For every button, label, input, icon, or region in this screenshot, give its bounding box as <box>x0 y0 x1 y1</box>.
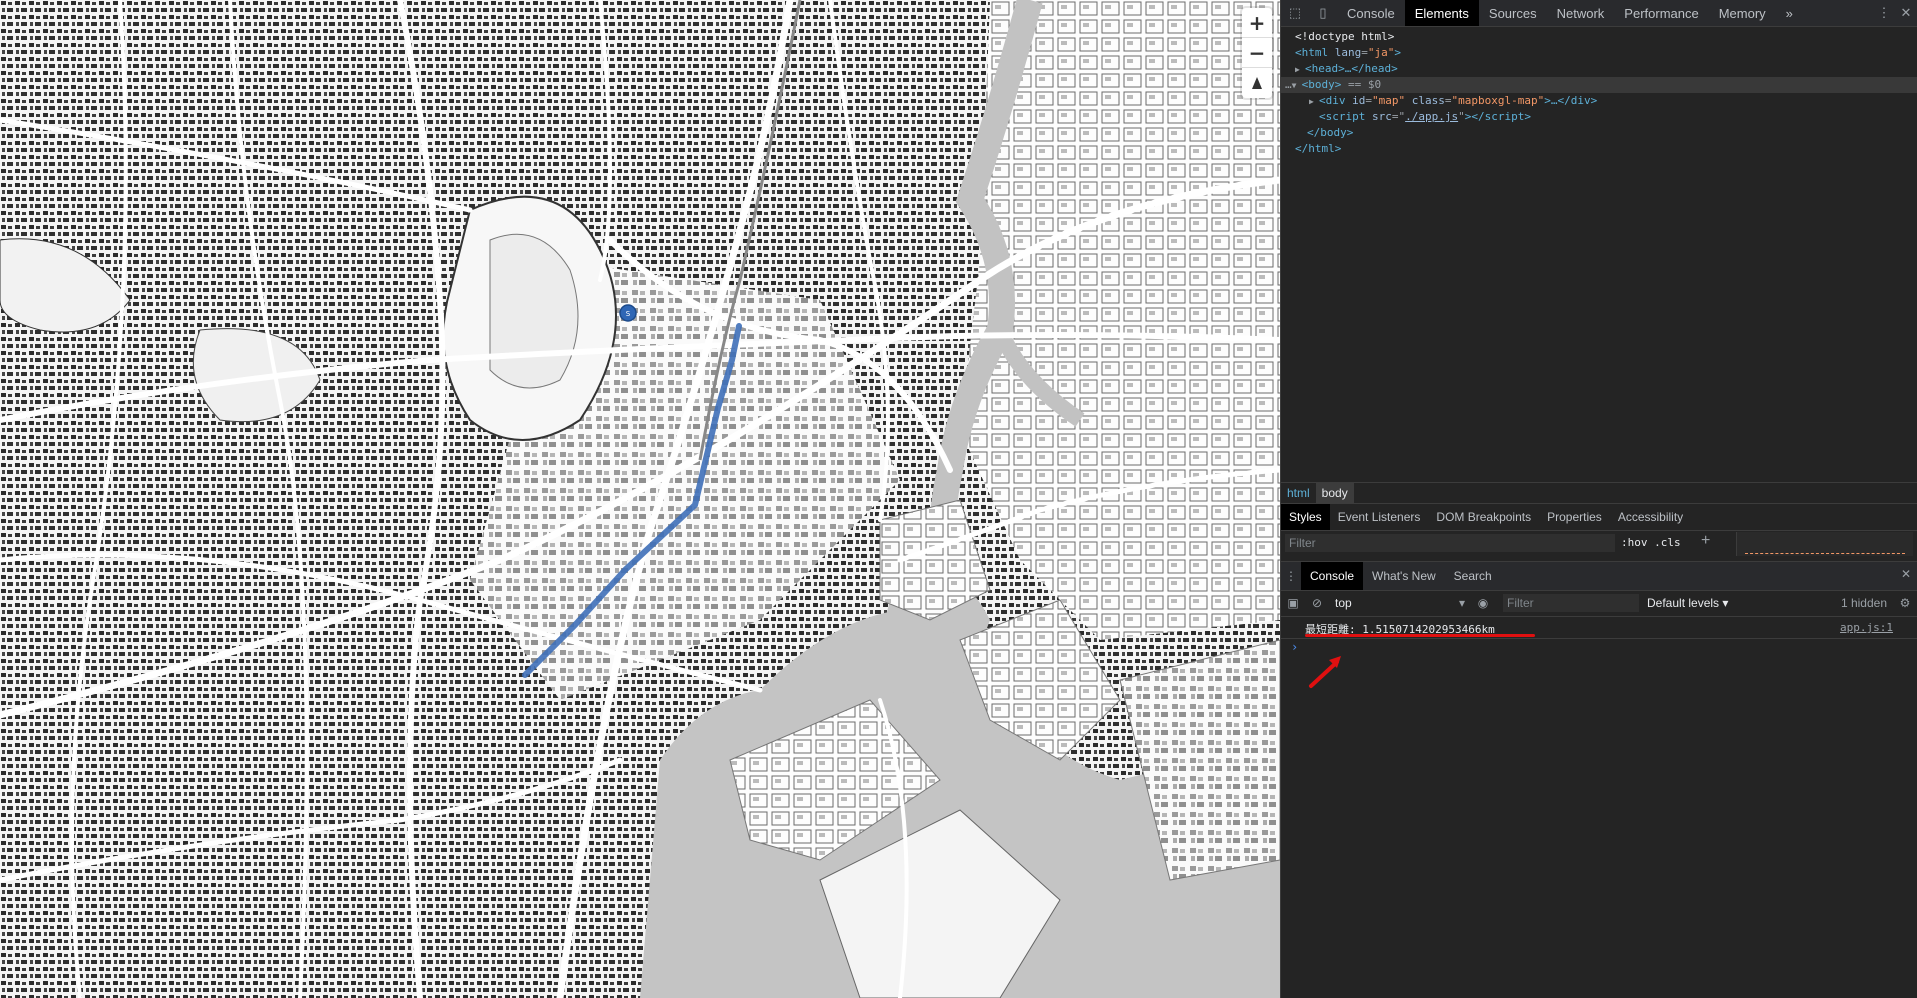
tab-network[interactable]: Network <box>1547 0 1615 26</box>
red-arrow-annotation <box>1309 656 1341 688</box>
drawer-tab-whats-new[interactable]: What's New <box>1363 562 1445 590</box>
tab-styles[interactable]: Styles <box>1281 504 1330 530</box>
map-navigation-control: + − <box>1242 8 1272 98</box>
close-drawer-icon[interactable]: ✕ <box>1901 567 1911 581</box>
tab-elements[interactable]: Elements <box>1404 0 1479 26</box>
new-style-rule-icon[interactable]: + <box>1701 532 1710 550</box>
hidden-messages-count: 1 hidden <box>1840 596 1887 610</box>
map-tiles[interactable]: S <box>0 0 1280 998</box>
map-div-node[interactable]: ▶ <div id="map" class="mapboxgl-map">…</d… <box>1281 93 1917 109</box>
breadcrumb: html body <box>1281 482 1917 503</box>
tab-accessibility[interactable]: Accessibility <box>1610 504 1691 530</box>
expand-triangle-icon[interactable]: ▶ <box>1295 62 1305 78</box>
collapse-triangle-icon[interactable]: ▼ <box>1292 78 1302 94</box>
body-node[interactable]: …▼ <body> == $0 <box>1281 77 1917 93</box>
devtools-tabbar: ⬚ ▯ Console Elements Sources Network Per… <box>1281 0 1917 27</box>
compass-button[interactable] <box>1242 68 1272 98</box>
context-selector[interactable]: top ▾ <box>1329 594 1471 612</box>
body-close-node: </body> <box>1307 126 1354 139</box>
map-canvas[interactable]: S + − <box>0 0 1280 998</box>
tab-memory[interactable]: Memory <box>1709 0 1776 26</box>
html-node[interactable]: <html lang="ja"> <box>1281 45 1917 61</box>
svg-text:S: S <box>626 310 631 318</box>
hov-cls-toggle[interactable]: :hov .cls <box>1621 536 1681 549</box>
device-toolbar-icon[interactable]: ▯ <box>1309 0 1337 26</box>
tab-console[interactable]: Console <box>1337 0 1405 26</box>
styles-subtabs: Styles Event Listeners DOM Breakpoints P… <box>1281 503 1917 531</box>
tab-dom-breakpoints[interactable]: DOM Breakpoints <box>1428 504 1539 530</box>
drawer-tab-console[interactable]: Console <box>1301 562 1364 590</box>
red-underline-annotation <box>1305 634 1535 637</box>
breadcrumb-html[interactable]: html <box>1281 486 1316 500</box>
drawer-tabbar: ⋮ Console What's New Search ✕ <box>1281 561 1917 591</box>
log-levels-dropdown[interactable]: Default levels ▾ <box>1647 596 1767 610</box>
drawer-menu-icon[interactable]: ⋮ <box>1281 562 1301 590</box>
live-expression-eye-icon[interactable]: ◉ <box>1471 596 1495 610</box>
tab-event-listeners[interactable]: Event Listeners <box>1330 504 1429 530</box>
compass-icon <box>1252 77 1262 89</box>
drawer-tab-search[interactable]: Search <box>1445 562 1501 590</box>
breadcrumb-body[interactable]: body <box>1315 483 1354 503</box>
html-close-node: </html> <box>1295 142 1342 155</box>
console-settings-gear-icon[interactable]: ⚙ <box>1893 596 1917 610</box>
console-filter-input[interactable]: Filter <box>1503 594 1639 612</box>
script-node[interactable]: <script src="./app.js"></script> <box>1281 109 1917 125</box>
tab-performance[interactable]: Performance <box>1614 0 1708 26</box>
tab-properties[interactable]: Properties <box>1539 504 1610 530</box>
tab-sources[interactable]: Sources <box>1479 0 1547 26</box>
elements-tree: <!doctype html> <html lang="ja"> ▶ <head>… <box>1281 27 1917 484</box>
more-tabs-button[interactable]: » <box>1776 0 1803 26</box>
script-src-link[interactable]: ./app.js <box>1405 110 1458 123</box>
clear-console-icon[interactable]: ⊘ <box>1305 596 1329 610</box>
console-prompt[interactable]: › <box>1291 640 1298 654</box>
styles-filter-row: Filter :hov .cls + <box>1281 530 1917 560</box>
chevron-down-icon: ▾ <box>1458 596 1465 610</box>
expand-triangle-icon[interactable]: ▶ <box>1309 94 1319 110</box>
zoom-in-button[interactable]: + <box>1242 8 1272 38</box>
kebab-menu-icon[interactable]: ⋮ <box>1873 0 1895 26</box>
styles-filter-input[interactable]: Filter <box>1285 534 1615 552</box>
location-marker: S <box>619 304 637 322</box>
doctype-node[interactable]: <!doctype html> <box>1281 29 1917 45</box>
head-node[interactable]: ▶ <head>…</head> <box>1281 61 1917 77</box>
inspect-element-icon[interactable]: ⬚ <box>1281 0 1309 26</box>
zoom-out-button[interactable]: − <box>1242 38 1272 68</box>
console-toolbar: ▣ ⊘ top ▾ ◉ Filter Default levels ▾ 1 hid… <box>1281 590 1917 617</box>
devtools-panel: ⬚ ▯ Console Elements Sources Network Per… <box>1280 0 1917 998</box>
close-devtools-icon[interactable]: ✕ <box>1895 0 1917 26</box>
console-sidebar-icon[interactable]: ▣ <box>1281 596 1305 610</box>
console-source-link[interactable]: app.js:1 <box>1840 621 1893 634</box>
box-model-preview <box>1736 532 1913 556</box>
